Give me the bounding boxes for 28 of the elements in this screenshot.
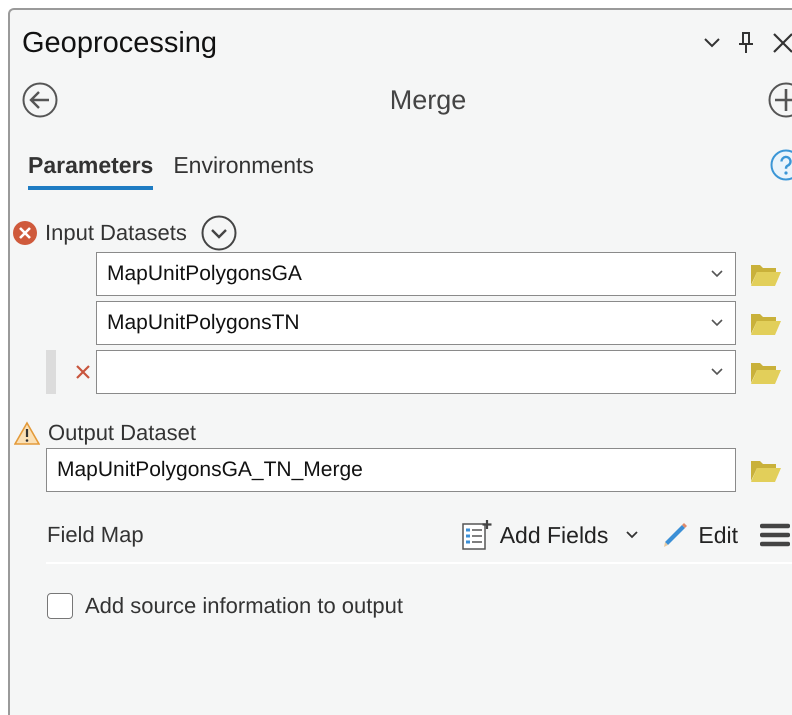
parameter-label: Field Map	[47, 522, 145, 548]
caret-icon[interactable]	[711, 270, 723, 278]
edit-button[interactable]: Edit	[660, 520, 738, 550]
parameter-label: Input Datasets	[45, 220, 187, 246]
checkbox-label: Add source information to output	[85, 593, 403, 619]
drag-handle[interactable]	[46, 350, 56, 394]
dataset-dropdown[interactable]: MapUnitPolygonsGA	[96, 252, 736, 296]
tab[interactable]: Parameters	[28, 140, 154, 190]
expand-icon[interactable]	[200, 215, 237, 251]
close-icon[interactable]	[772, 32, 792, 54]
output-field[interactable]: MapUnitPolygonsGA_TN_Merge	[46, 448, 736, 492]
remove-icon[interactable]	[76, 365, 90, 379]
back-icon[interactable]	[22, 82, 58, 118]
caret-icon[interactable]	[711, 368, 723, 376]
menu-icon[interactable]	[760, 522, 790, 548]
pin-icon[interactable]	[738, 32, 754, 54]
tool-title: Merge	[388, 84, 468, 116]
tab[interactable]: Environments	[173, 140, 314, 190]
window-title: Geoprocessing	[22, 26, 218, 60]
checkbox[interactable]	[47, 593, 73, 619]
caret-icon[interactable]	[711, 319, 723, 327]
caret-icon[interactable]	[626, 531, 638, 539]
table-add-icon	[462, 520, 492, 550]
dataset-dropdown[interactable]: MapUnitPolygonsTN	[96, 301, 736, 345]
chevron-down-icon[interactable]	[704, 38, 720, 48]
parameter-label: Output Dataset	[48, 420, 196, 446]
add-fields-button[interactable]: Add Fields	[462, 520, 638, 550]
dataset-dropdown[interactable]	[96, 350, 736, 394]
